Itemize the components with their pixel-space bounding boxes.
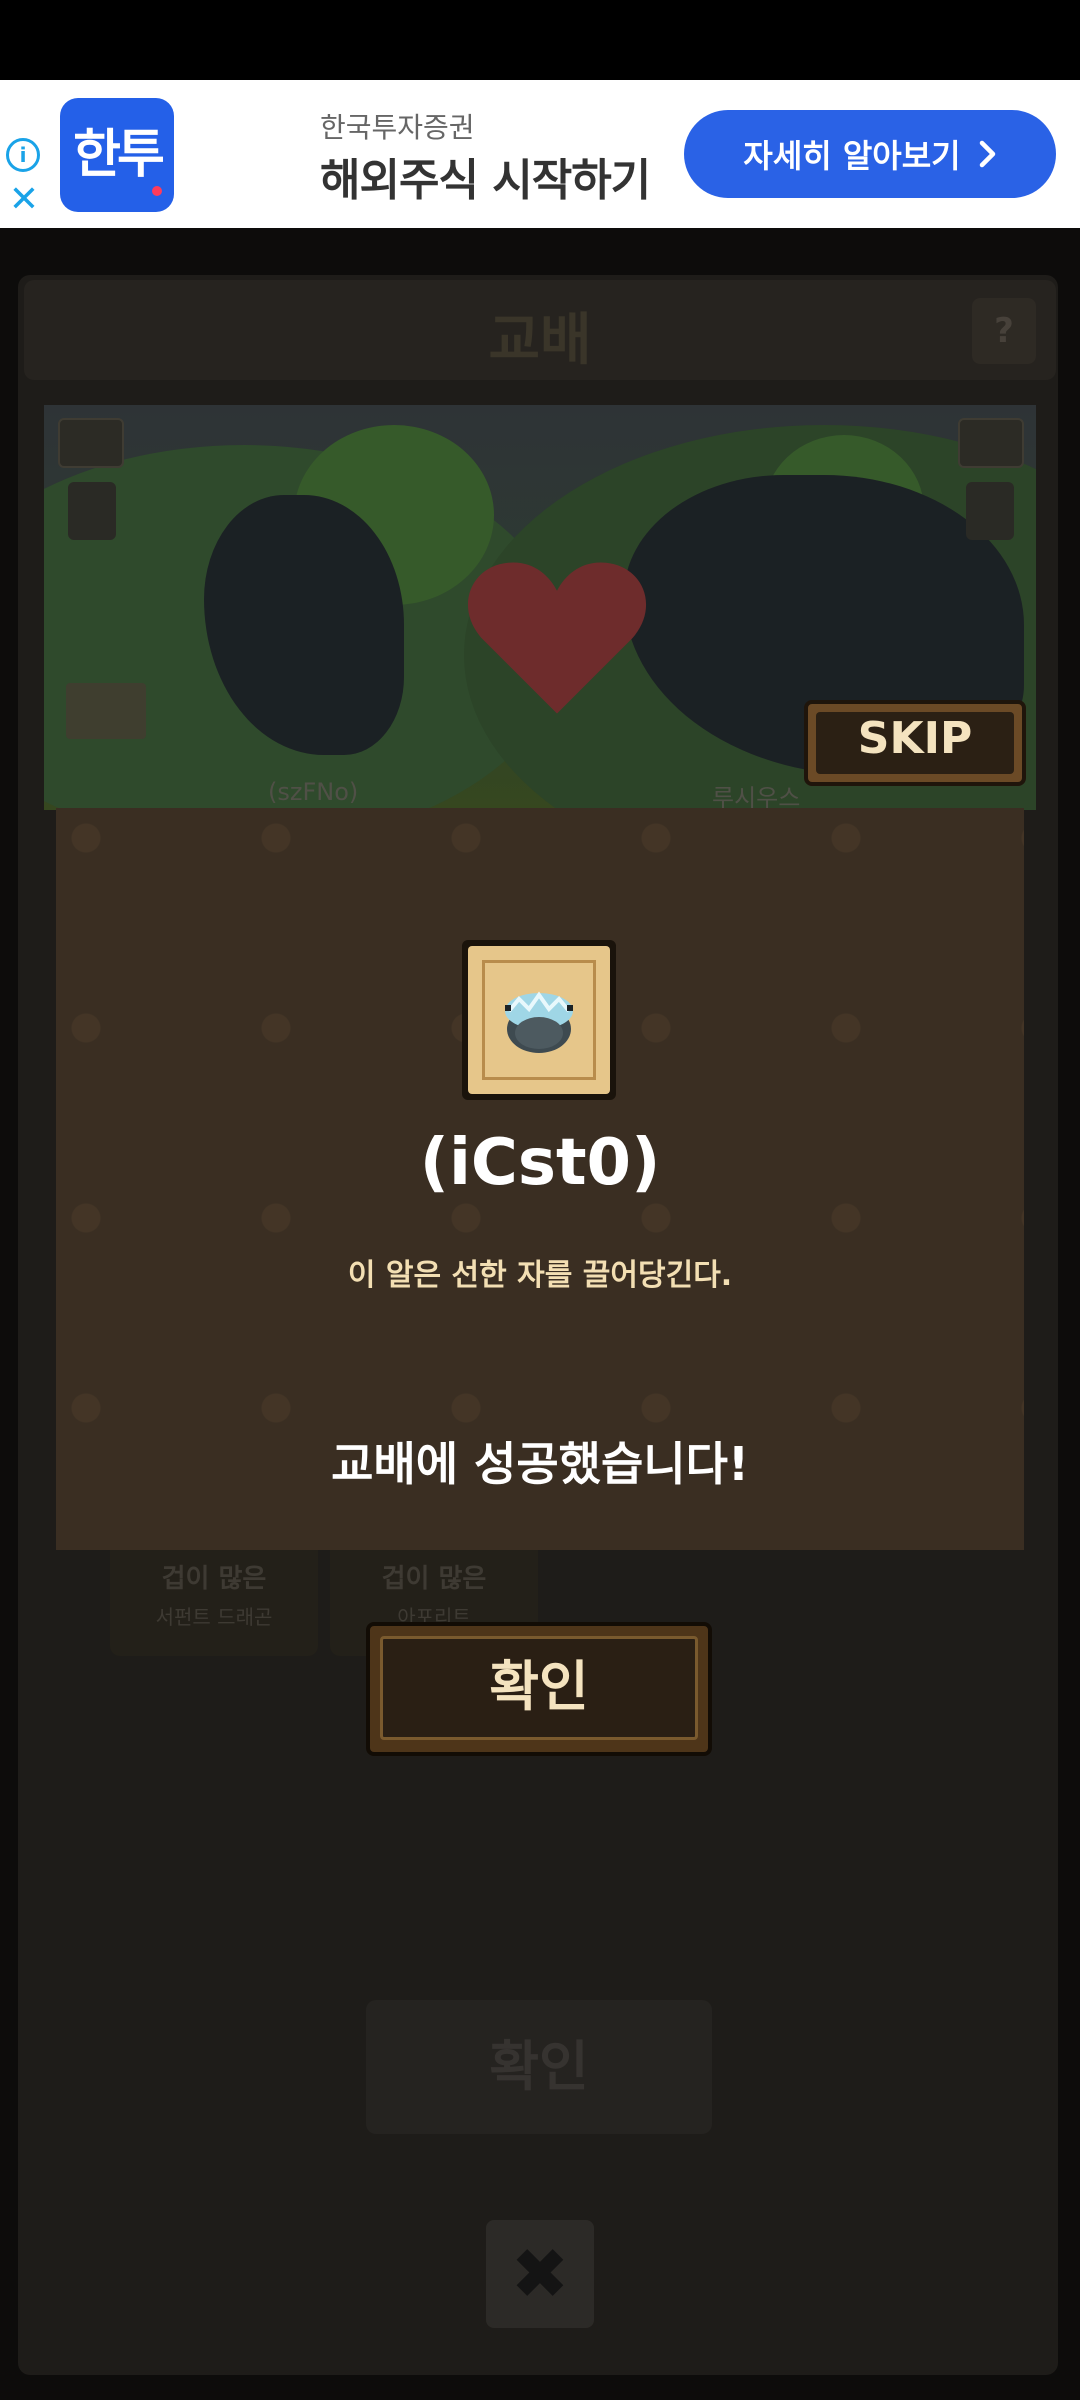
item-description: 이 알은 선한 자를 끌어당긴다.	[347, 1258, 733, 1293]
parent-card-1[interactable]: 겁이 많은 서펀트 드래곤	[110, 1540, 318, 1656]
background-confirm-button[interactable]: 확인	[366, 2000, 712, 2134]
parent-card-1-name: 서펀트 드래곤	[155, 1605, 273, 1629]
item-name: (iCst0)	[419, 1126, 661, 1200]
ad-brand: 한국투자증권	[320, 111, 475, 144]
right-badge	[958, 418, 1024, 468]
info-icon[interactable]: i	[6, 138, 40, 172]
skip-button[interactable]: SKIP	[804, 700, 1026, 786]
right-gear	[966, 482, 1014, 540]
parent-card-1-trait: 겁이 많은	[161, 1564, 267, 1594]
page-title: 교배	[488, 308, 592, 373]
item-inner	[482, 960, 596, 1080]
ad-headline: 해외주식 시작하기	[320, 155, 651, 206]
result-modal: (iCst0) 이 알은 선한 자를 끌어당긴다. 교배에 성공했습니다!	[56, 808, 1024, 1550]
status-bar	[0, 0, 1080, 80]
close-button[interactable]: ✖	[486, 2220, 594, 2328]
heart-icon	[467, 562, 647, 714]
left-badge	[58, 418, 124, 468]
chevron-right-icon	[979, 140, 995, 168]
item-frame	[462, 940, 616, 1100]
ad-logo-dot	[152, 186, 162, 196]
ad-cta-button[interactable]: 자세히 알아보기	[684, 110, 1056, 198]
ad-banner[interactable]: i ✕ 한투 한국투자증권 해외주식 시작하기 자세히 알아보기	[0, 80, 1080, 228]
egg-icon	[505, 991, 573, 1053]
help-button[interactable]: ?	[972, 298, 1036, 364]
confirm-label: 확인	[380, 1636, 698, 1740]
result-message: 교배에 성공했습니다!	[331, 1437, 749, 1491]
left-gear	[68, 482, 116, 540]
skip-label: SKIP	[816, 712, 1014, 774]
scene-sign	[66, 683, 146, 739]
left-dragon-name: (szFNo)	[268, 778, 359, 806]
item-parchment	[468, 946, 610, 1094]
confirm-button[interactable]: 확인	[366, 1622, 712, 1756]
parent-card-2-trait: 겁이 많은	[381, 1564, 487, 1594]
ad-cta-label: 자세히 알아보기	[743, 137, 961, 175]
close-icon[interactable]: ✕	[6, 182, 42, 218]
